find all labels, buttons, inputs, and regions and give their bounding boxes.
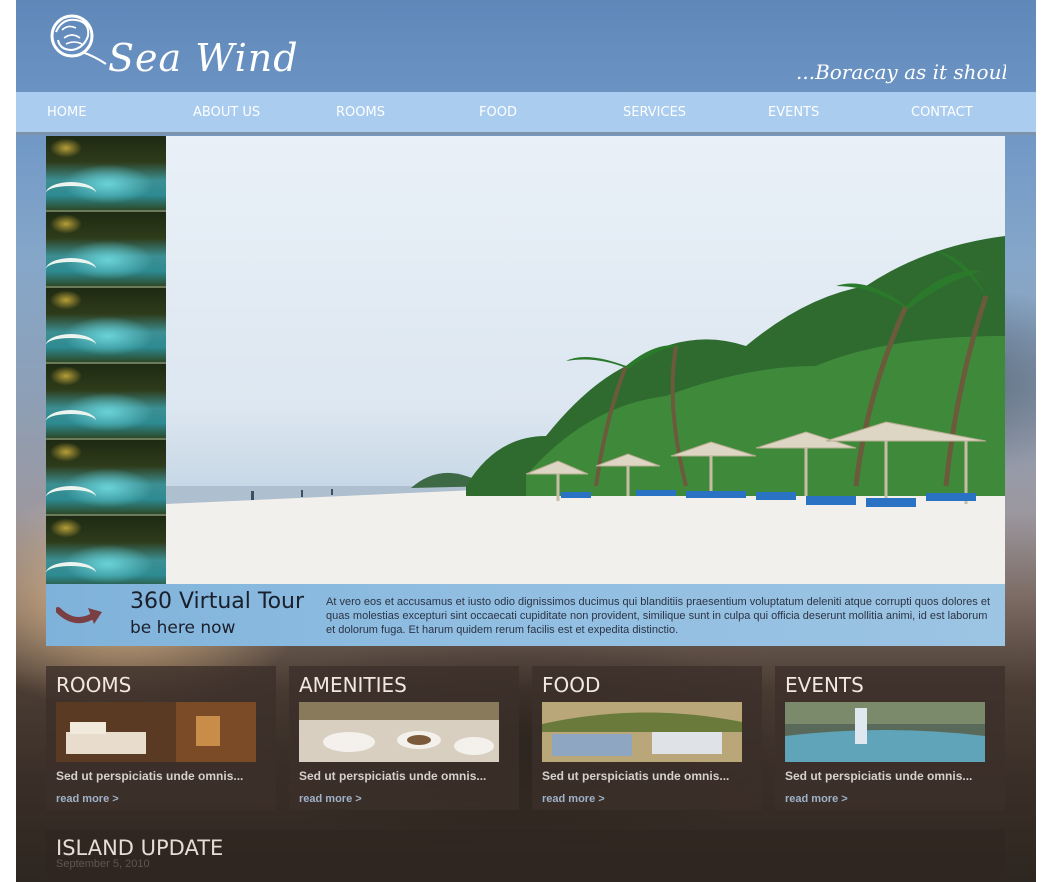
- nav-services[interactable]: SERVICES: [623, 105, 686, 120]
- brand-name: Sea Wind: [108, 36, 299, 80]
- feature-cards: ROOMS Sed ut perspiciatis unde omnis... …: [46, 666, 1006, 810]
- tour-subtitle: be here now: [130, 618, 236, 638]
- card-title: FOOD: [542, 673, 601, 697]
- island-update-section: ISLAND UPDATE September 5, 2010: [46, 830, 1005, 882]
- events-thumbnail-image[interactable]: [785, 702, 985, 762]
- gallery-thumbnail[interactable]: [46, 440, 166, 516]
- island-update-date: September 5, 2010: [56, 858, 150, 870]
- gallery-thumbnails: [46, 136, 166, 592]
- read-more-link[interactable]: read more >: [542, 793, 605, 805]
- card-text: Sed ut perspiciatis unde omnis...: [785, 769, 973, 783]
- card-food: FOOD Sed ut perspiciatis unde omnis... r…: [532, 666, 762, 810]
- gallery-thumbnail[interactable]: [46, 364, 166, 440]
- tour-title: 360 Virtual Tour: [130, 589, 305, 614]
- card-text: Sed ut perspiciatis unde omnis...: [299, 769, 487, 783]
- gallery-thumbnail[interactable]: [46, 212, 166, 288]
- main-nav: HOME ABOUT US ROOMS FOOD SERVICES EVENTS…: [16, 92, 1036, 135]
- virtual-tour-bar[interactable]: 360 Virtual Tour be here now At vero eos…: [46, 584, 1005, 646]
- nav-food[interactable]: FOOD: [479, 105, 517, 120]
- hero-beach-image: [166, 136, 1005, 584]
- nav-about-us[interactable]: ABOUT US: [193, 105, 260, 120]
- curved-arrow-icon: [56, 607, 102, 624]
- card-title: EVENTS: [785, 673, 864, 697]
- read-more-link[interactable]: read more >: [56, 793, 119, 805]
- tour-description: At vero eos et accusamus et iusto odio d…: [326, 596, 991, 636]
- nav-contact[interactable]: CONTACT: [911, 105, 973, 120]
- sea-wind-logo-icon[interactable]: [46, 12, 110, 70]
- nav-events[interactable]: EVENTS: [768, 105, 819, 120]
- card-text: Sed ut perspiciatis unde omnis...: [542, 769, 730, 783]
- read-more-link[interactable]: read more >: [299, 793, 362, 805]
- amenities-thumbnail-image[interactable]: [299, 702, 499, 762]
- island-update-title: ISLAND UPDATE: [56, 836, 224, 860]
- gallery-thumbnail[interactable]: [46, 288, 166, 364]
- page-frame: Sea Wind ...Boracay as it should be HOME…: [16, 0, 1036, 882]
- site-header: Sea Wind ...Boracay as it should be: [16, 0, 1036, 92]
- read-more-link[interactable]: read more >: [785, 793, 848, 805]
- brand-tagline: ...Boracay as it should be: [796, 60, 1006, 84]
- card-title: ROOMS: [56, 673, 132, 697]
- rooms-thumbnail-image[interactable]: [56, 702, 256, 762]
- nav-home[interactable]: HOME: [47, 105, 86, 120]
- nav-rooms[interactable]: ROOMS: [336, 105, 385, 120]
- gallery-thumbnail[interactable]: [46, 136, 166, 212]
- card-text: Sed ut perspiciatis unde omnis...: [56, 769, 244, 783]
- food-thumbnail-image[interactable]: [542, 702, 742, 762]
- card-events: EVENTS Sed ut perspiciatis unde omnis...…: [775, 666, 1005, 810]
- card-rooms: ROOMS Sed ut perspiciatis unde omnis... …: [46, 666, 276, 810]
- beach-scene: [166, 236, 1005, 584]
- card-title: AMENITIES: [299, 673, 407, 697]
- gallery-thumbnail[interactable]: [46, 516, 166, 592]
- card-amenities: AMENITIES Sed ut perspiciatis unde omnis…: [289, 666, 519, 810]
